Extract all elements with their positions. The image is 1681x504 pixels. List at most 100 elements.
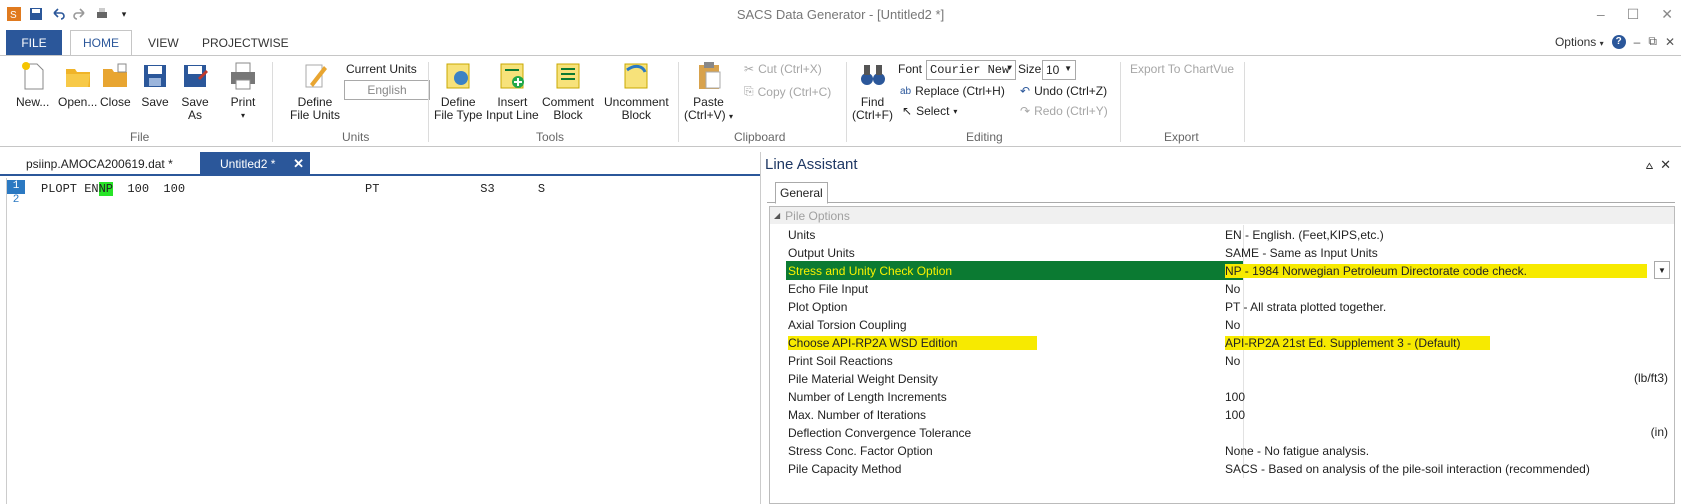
save-as-icon	[184, 65, 208, 87]
ribbon: New... Open... Close Save Save As Print …	[0, 55, 1681, 147]
property-row[interactable]: Max. Number of Iterations 100	[770, 405, 1674, 424]
units-group-label: Units	[342, 130, 370, 144]
pencil-icon	[305, 64, 327, 88]
minimize-button[interactable]: –	[1597, 6, 1605, 23]
close-tab-icon[interactable]: ✕	[293, 156, 304, 172]
find-button[interactable]: Find (Ctrl+F)	[852, 60, 893, 122]
save-button[interactable]: Save	[140, 60, 170, 109]
line-assistant-panel: Line Assistant ⩟ ✕ General ◢ Pile Option…	[760, 152, 1681, 504]
document-tabs: psiinp.AMOCA200619.dat * Untitled2 * ✕	[0, 152, 760, 176]
export-group-label: Export	[1164, 130, 1199, 144]
new-button[interactable]: New...	[16, 60, 49, 109]
paste-dropdown-icon[interactable]: ▾	[729, 112, 733, 121]
maximize-button[interactable]: ☐	[1627, 6, 1640, 23]
code-line-1[interactable]: PLOPT ENNP 100 100 PT S3 S	[41, 182, 545, 196]
property-row[interactable]: Units EN - English. (Feet,KIPS,etc.)	[770, 225, 1674, 244]
options-menu[interactable]: Options ▾	[1555, 35, 1604, 49]
property-row[interactable]: Deflection Convergence Tolerance (in)	[770, 423, 1674, 442]
unit-label: (lb/ft3)	[1633, 371, 1668, 385]
file-group-label: File	[130, 130, 150, 144]
collapse-icon[interactable]: ◢	[774, 211, 780, 220]
uncomment-block-icon	[624, 63, 648, 89]
tab-projectwise[interactable]: PROJECTWISE	[190, 30, 301, 56]
tools-group-label: Tools	[536, 130, 565, 144]
ribbon-separator	[1120, 62, 1121, 142]
property-row[interactable]: Print Soil Reactions No	[770, 351, 1674, 370]
tab-psiinp-document[interactable]: psiinp.AMOCA200619.dat *	[6, 152, 200, 176]
insert-input-line-button[interactable]: Insert Input Line	[486, 60, 539, 122]
ribbon-minimize-icon[interactable]: –	[1634, 35, 1641, 49]
print-button[interactable]: Print ▾	[228, 60, 258, 122]
font-size-select[interactable]: 10 ▼	[1042, 60, 1076, 80]
line-number-gutter: 1 2	[7, 180, 25, 208]
property-row[interactable]: Pile Material Weight Density (lb/ft3)	[770, 369, 1674, 388]
uncomment-block-button[interactable]: Uncomment Block	[604, 60, 669, 122]
undo-arrow-icon: ↶	[1020, 84, 1031, 98]
current-units-label: Current Units	[346, 62, 417, 76]
clipboard-group-label: Clipboard	[734, 130, 786, 144]
define-file-units-button[interactable]: Define File Units	[290, 60, 340, 122]
export-chartvue-button[interactable]: Export To ChartVue	[1130, 62, 1234, 76]
panel-title: Line Assistant	[765, 156, 858, 173]
property-row[interactable]: Plot Option PT - All strata plotted toge…	[770, 297, 1674, 316]
cut-button[interactable]: ✂ Cut (Ctrl+X)	[744, 62, 822, 76]
property-name: Choose API-RP2A WSD Edition	[788, 335, 1038, 350]
tab-untitled2-document[interactable]: Untitled2 * ✕	[200, 152, 310, 176]
print-dropdown-icon[interactable]: ▾	[241, 109, 245, 122]
replace-button[interactable]: ab Replace (Ctrl+H)	[900, 84, 1005, 98]
close-window-button[interactable]: ✕	[1661, 6, 1673, 23]
app-window: S ▾ SACS Data Generator - [Untitled2 *] …	[0, 0, 1681, 504]
property-row[interactable]: Echo File Input No	[770, 279, 1674, 298]
font-label: Font	[898, 62, 923, 76]
close-panel-icon[interactable]: ✕	[1660, 157, 1671, 173]
redo-arrow-icon: ↷	[1020, 104, 1031, 118]
help-icon[interactable]: ?	[1611, 34, 1626, 49]
ribbon-close-icon[interactable]: ✕	[1665, 35, 1675, 49]
copy-button[interactable]: ⎘ Copy (Ctrl+C)	[744, 84, 831, 99]
property-row[interactable]: Choose API-RP2A WSD Edition API-RP2A 21s…	[770, 333, 1674, 352]
pin-icon[interactable]: ⩟	[1646, 158, 1653, 173]
comment-block-icon	[556, 63, 580, 89]
panel-tab-bar: General	[767, 179, 1675, 204]
paste-clipboard-icon	[698, 62, 721, 89]
ribbon-separator	[1244, 62, 1245, 142]
replace-icon: ab	[900, 85, 912, 97]
tab-view[interactable]: VIEW	[136, 30, 191, 56]
printer-icon	[231, 62, 255, 90]
redo-button[interactable]: ↷ Redo (Ctrl+Y)	[1020, 104, 1108, 118]
property-group-header[interactable]: ◢ Pile Options	[770, 207, 1674, 224]
floppy-save-icon	[144, 65, 166, 87]
paste-button[interactable]: Paste (Ctrl+V) ▾	[684, 60, 733, 123]
cursor-icon: ↖	[902, 104, 913, 118]
select-button[interactable]: ↖ Select ▾	[902, 104, 957, 118]
font-select[interactable]: Courier New ▼	[926, 60, 1016, 80]
select-dropdown-icon[interactable]: ▾	[953, 107, 957, 116]
code-editor[interactable]: 1 2 PLOPT ENNP 100 100 PT S3 S	[6, 178, 756, 504]
open-button[interactable]: Open...	[58, 60, 97, 109]
save-as-button[interactable]: Save As	[180, 60, 210, 122]
size-dropdown-icon: ▼	[1064, 64, 1072, 73]
file-type-icon	[446, 63, 470, 89]
define-file-type-button[interactable]: Define File Type	[434, 60, 482, 122]
ribbon-restore-icon[interactable]: ⧉	[1648, 34, 1657, 49]
property-row[interactable]: Output Units SAME - Same as Input Units	[770, 243, 1674, 262]
font-dropdown-icon: ▼	[1007, 64, 1012, 73]
editing-group-label: Editing	[966, 130, 1003, 144]
tab-file[interactable]: FILE	[6, 30, 62, 55]
property-row-selected[interactable]: Stress and Unity Check Option NP - 1984 …	[770, 261, 1674, 280]
current-units-field: English	[344, 80, 430, 100]
tab-general[interactable]: General	[775, 182, 828, 204]
tab-home[interactable]: HOME	[70, 30, 132, 56]
value-dropdown-button[interactable]: ▼	[1654, 261, 1670, 279]
property-row[interactable]: Pile Capacity Method SACS - Based on ana…	[770, 459, 1674, 478]
ribbon-separator	[678, 62, 679, 142]
comment-block-button[interactable]: Comment Block	[542, 60, 594, 122]
undo-button[interactable]: ↶ Undo (Ctrl+Z)	[1020, 84, 1107, 98]
close-file-button[interactable]: Close	[100, 60, 131, 109]
property-row[interactable]: Number of Length Increments 100	[770, 387, 1674, 406]
property-row[interactable]: Stress Conc. Factor Option None - No fat…	[770, 441, 1674, 460]
ribbon-separator	[846, 62, 847, 142]
window-controls: – ☐ ✕	[1597, 6, 1673, 23]
property-row[interactable]: Axial Torsion Coupling No	[770, 315, 1674, 334]
ribbon-right-options: Options ▾ ? – ⧉ ✕	[1555, 34, 1675, 49]
